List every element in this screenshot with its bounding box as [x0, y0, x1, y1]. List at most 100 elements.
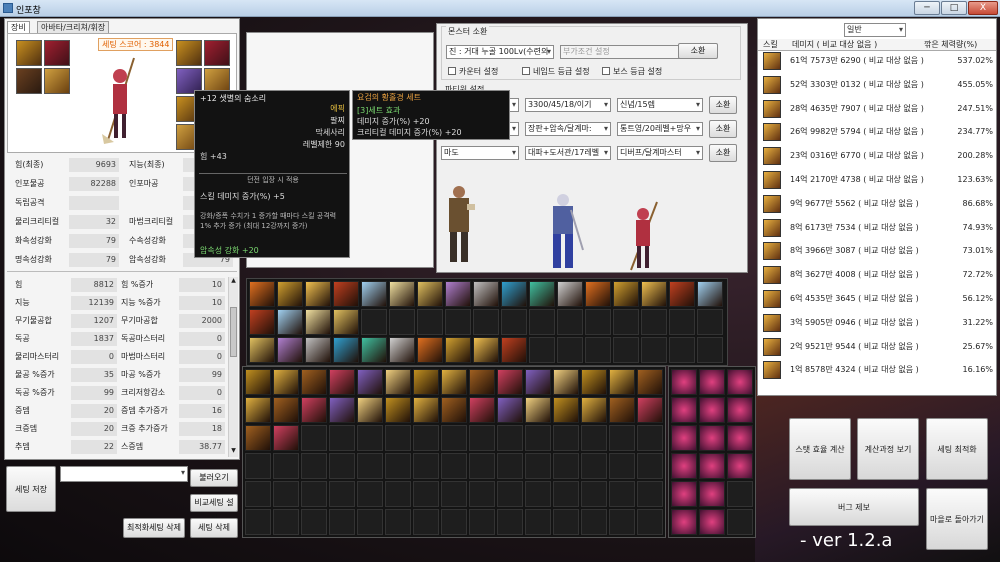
creature-item-icon[interactable]	[699, 481, 725, 507]
stat-efficiency-button[interactable]: 스탯 효율 계산	[789, 418, 851, 480]
empty-inventory-slot[interactable]	[441, 425, 467, 451]
empty-inventory-slot[interactable]	[385, 425, 411, 451]
delete-setting-button[interactable]: 세팅 삭제	[190, 518, 238, 538]
party-stat-select[interactable]: 대파+도서관/17레벨	[525, 146, 611, 160]
scroll-up-arrow[interactable]: ▲	[229, 277, 238, 287]
empty-inventory-slot[interactable]	[329, 509, 355, 535]
skill-icon[interactable]	[697, 281, 723, 307]
empty-inventory-slot[interactable]	[245, 481, 271, 507]
creature-item-icon[interactable]	[699, 369, 725, 395]
empty-inventory-slot[interactable]	[469, 509, 495, 535]
skill-icon[interactable]	[641, 281, 667, 307]
empty-inventory-slot[interactable]	[637, 425, 663, 451]
inventory-item-icon[interactable]	[273, 425, 299, 451]
empty-inventory-slot[interactable]	[525, 425, 551, 451]
empty-inventory-slot[interactable]	[497, 509, 523, 535]
empty-inventory-slot[interactable]	[329, 481, 355, 507]
maximize-button[interactable]: □	[941, 1, 967, 15]
empty-inventory-slot[interactable]	[301, 453, 327, 479]
equip-slot-top[interactable]	[16, 68, 42, 94]
equip-slot-title[interactable]	[44, 40, 70, 66]
empty-inventory-slot[interactable]	[553, 425, 579, 451]
empty-inventory-slot[interactable]	[329, 453, 355, 479]
minimize-button[interactable]: ─	[914, 1, 940, 15]
empty-inventory-slot[interactable]	[581, 509, 607, 535]
empty-inventory-slot[interactable]	[301, 509, 327, 535]
creature-item-icon[interactable]	[727, 453, 753, 479]
skill-icon[interactable]	[417, 281, 443, 307]
empty-inventory-slot[interactable]	[609, 425, 635, 451]
optimize-setting-button[interactable]: 세팅 최적화	[926, 418, 988, 480]
inventory-item-icon[interactable]	[301, 369, 327, 395]
empty-inventory-slot[interactable]	[609, 453, 635, 479]
empty-inventory-slot[interactable]	[273, 453, 299, 479]
inventory-item-icon[interactable]	[385, 369, 411, 395]
inventory-item-icon[interactable]	[609, 369, 635, 395]
empty-inventory-slot[interactable]	[245, 453, 271, 479]
empty-inventory-slot[interactable]	[581, 481, 607, 507]
empty-inventory-slot[interactable]	[637, 509, 663, 535]
empty-inventory-slot[interactable]	[441, 481, 467, 507]
counter-checkbox[interactable]: 카운터 설정	[448, 67, 498, 77]
creature-item-icon[interactable]	[671, 425, 697, 451]
skill-icon[interactable]	[417, 337, 443, 363]
empty-inventory-slot[interactable]	[413, 509, 439, 535]
inventory-item-icon[interactable]	[245, 397, 271, 423]
inventory-item-icon[interactable]	[581, 369, 607, 395]
skill-icon[interactable]	[585, 281, 611, 307]
empty-inventory-slot[interactable]	[385, 509, 411, 535]
party-stat-select[interactable]: 장판+암속/달계마:	[525, 122, 611, 136]
inventory-item-icon[interactable]	[525, 397, 551, 423]
skill-icon[interactable]	[249, 309, 275, 335]
party-buff-select[interactable]: 통트영/20레벨+망우	[617, 122, 703, 136]
summon-button[interactable]: 소환	[678, 43, 718, 59]
creature-item-icon[interactable]	[671, 509, 697, 535]
empty-inventory-slot[interactable]	[553, 509, 579, 535]
empty-inventory-slot[interactable]	[553, 481, 579, 507]
empty-inventory-slot[interactable]	[385, 453, 411, 479]
inventory-item-icon[interactable]	[329, 369, 355, 395]
empty-inventory-slot[interactable]	[525, 453, 551, 479]
empty-inventory-slot[interactable]	[413, 453, 439, 479]
skill-icon[interactable]	[305, 309, 331, 335]
empty-inventory-slot[interactable]	[441, 453, 467, 479]
inventory-item-icon[interactable]	[469, 397, 495, 423]
stats-scrollbar[interactable]: ▲ ▼	[228, 277, 238, 457]
skill-icon[interactable]	[445, 337, 471, 363]
boss-checkbox[interactable]: 보스 등급 설정	[602, 67, 662, 77]
empty-inventory-slot[interactable]	[727, 481, 753, 507]
empty-inventory-slot[interactable]	[525, 509, 551, 535]
inventory-item-icon[interactable]	[245, 425, 271, 451]
empty-inventory-slot[interactable]	[273, 481, 299, 507]
empty-inventory-slot[interactable]	[329, 425, 355, 451]
equip-slot-weapon[interactable]	[16, 40, 42, 66]
empty-inventory-slot[interactable]	[727, 509, 753, 535]
party-buff-select[interactable]: 디버프/달계마스터	[617, 146, 703, 160]
inventory-item-icon[interactable]	[609, 397, 635, 423]
load-button[interactable]: 불러오기	[190, 469, 238, 487]
inventory-item-icon[interactable]	[497, 369, 523, 395]
bug-report-button[interactable]: 버그 제보	[789, 488, 919, 526]
inventory-item-icon[interactable]	[273, 397, 299, 423]
inventory-item-icon[interactable]	[553, 369, 579, 395]
party-summon-button[interactable]: 소환	[709, 120, 737, 138]
delete-optimized-button[interactable]: 최적화세팅 삭제	[123, 518, 185, 538]
inventory-item-icon[interactable]	[441, 397, 467, 423]
inventory-item-icon[interactable]	[273, 369, 299, 395]
empty-inventory-slot[interactable]	[497, 425, 523, 451]
empty-inventory-slot[interactable]	[301, 425, 327, 451]
skill-icon[interactable]	[445, 281, 471, 307]
empty-inventory-slot[interactable]	[357, 425, 383, 451]
creature-item-icon[interactable]	[727, 369, 753, 395]
skill-icon[interactable]	[333, 309, 359, 335]
calc-process-button[interactable]: 계산과정 보기	[857, 418, 919, 480]
empty-inventory-slot[interactable]	[609, 509, 635, 535]
skill-icon[interactable]	[669, 281, 695, 307]
skill-icon[interactable]	[305, 337, 331, 363]
scroll-thumb[interactable]	[230, 307, 237, 357]
skill-icon[interactable]	[277, 309, 303, 335]
empty-inventory-slot[interactable]	[385, 481, 411, 507]
creature-item-icon[interactable]	[699, 509, 725, 535]
skill-icon[interactable]	[333, 281, 359, 307]
party-summon-button[interactable]: 소환	[709, 96, 737, 114]
